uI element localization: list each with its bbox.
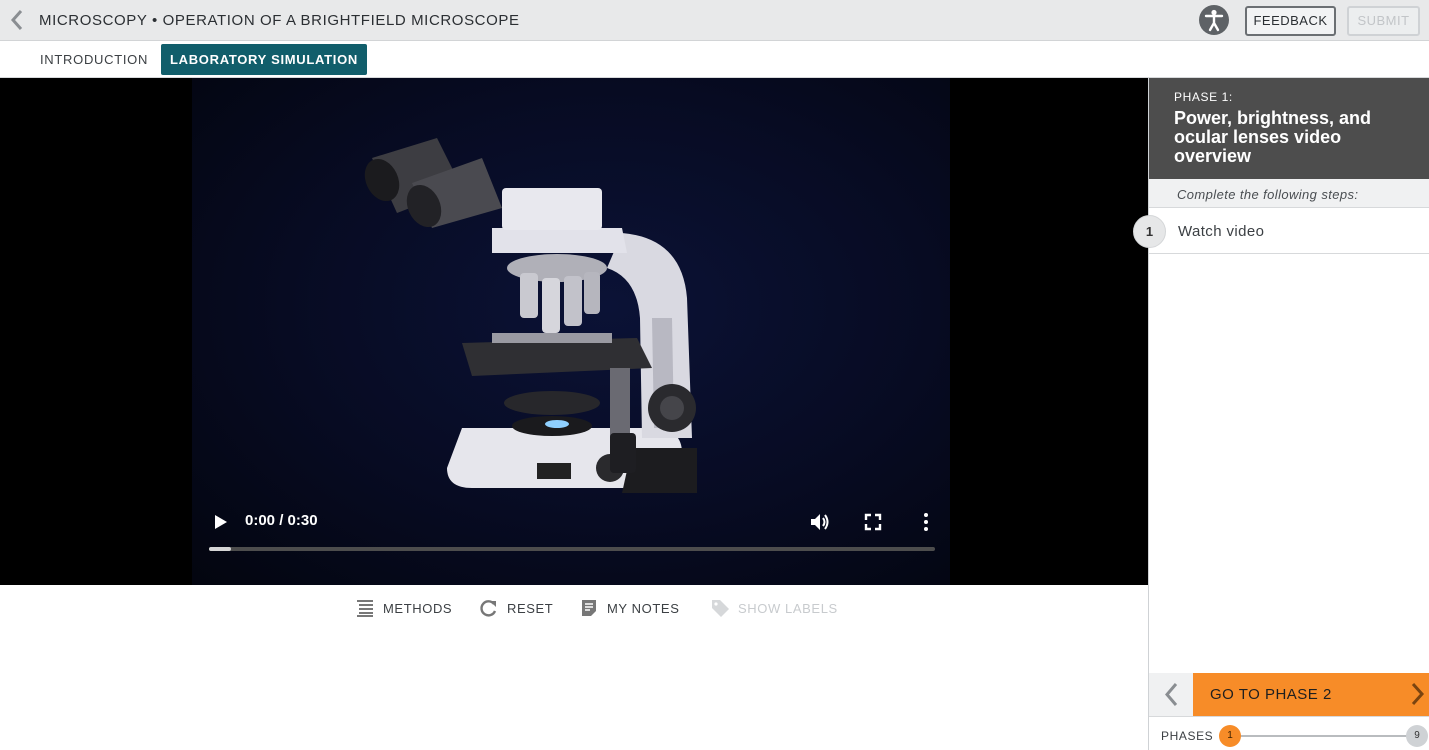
microscope-image xyxy=(364,138,697,493)
video-time: 0:00 / 0:30 xyxy=(245,512,318,529)
submit-button: SUBMIT xyxy=(1347,6,1420,36)
step-item[interactable]: 1 Watch video xyxy=(1133,208,1429,254)
chevron-left-icon xyxy=(10,10,23,30)
phase-header: PHASE 1: Power, brightness, and ocular l… xyxy=(1149,78,1429,179)
video-player[interactable]: 0:00 / 0:30 xyxy=(192,78,950,585)
step-label: Watch video xyxy=(1178,223,1265,240)
phase-number: PHASE 1: xyxy=(1174,90,1233,104)
more-vertical-icon[interactable] xyxy=(914,510,938,534)
phases-label: PHASES xyxy=(1161,729,1214,743)
show-labels-button: SHOW LABELS xyxy=(710,598,838,620)
chevron-left-icon xyxy=(1165,683,1178,706)
page-title: MICROSCOPY • OPERATION OF A BRIGHTFIELD … xyxy=(39,12,520,29)
show-labels-label: SHOW LABELS xyxy=(738,601,838,616)
last-phase-marker[interactable]: 9 xyxy=(1406,725,1428,747)
tab-laboratory-simulation[interactable]: LABORATORY SIMULATION xyxy=(161,44,367,75)
reset-button[interactable]: RESET xyxy=(479,598,554,620)
tab-introduction[interactable]: INTRODUCTION xyxy=(40,44,148,75)
feedback-button[interactable]: FEEDBACK xyxy=(1245,6,1336,36)
chevron-right-icon xyxy=(1411,682,1425,706)
phase-title: Power, brightness, and ocular lenses vid… xyxy=(1174,108,1372,166)
phases-progress: PHASES 1 9 xyxy=(1149,716,1429,750)
accessibility-icon xyxy=(1204,9,1224,32)
steps-heading-text: Complete the following steps: xyxy=(1177,187,1359,202)
volume-icon[interactable] xyxy=(808,510,832,534)
my-notes-button[interactable]: MY NOTES xyxy=(579,598,679,620)
steps-heading: Complete the following steps: xyxy=(1149,179,1429,208)
reset-icon xyxy=(480,600,497,617)
methods-list-icon xyxy=(357,600,373,617)
fullscreen-icon[interactable] xyxy=(861,510,885,534)
phase-navigation: GO TO PHASE 2 xyxy=(1149,673,1429,716)
video-progress-fill xyxy=(209,547,231,551)
reset-label: RESET xyxy=(507,601,554,616)
previous-phase-button[interactable] xyxy=(1149,673,1193,716)
video-progress-bar[interactable] xyxy=(209,547,935,551)
accessibility-button[interactable] xyxy=(1199,5,1229,35)
back-button[interactable] xyxy=(6,8,30,32)
play-icon[interactable] xyxy=(211,513,229,531)
top-bar: MICROSCOPY • OPERATION OF A BRIGHTFIELD … xyxy=(0,0,1429,41)
go-to-phase-2-button[interactable]: GO TO PHASE 2 xyxy=(1193,673,1429,716)
next-phase-label: GO TO PHASE 2 xyxy=(1210,686,1332,703)
methods-button[interactable]: METHODS xyxy=(355,598,455,620)
video-stage: 0:00 / 0:30 xyxy=(0,78,1148,585)
current-phase-marker[interactable]: 1 xyxy=(1219,725,1241,747)
phases-track xyxy=(1229,735,1415,737)
my-notes-label: MY NOTES xyxy=(607,601,680,616)
methods-label: METHODS xyxy=(383,601,453,616)
step-number-badge: 1 xyxy=(1133,215,1166,248)
tag-icon xyxy=(712,600,729,617)
notes-icon xyxy=(582,600,596,616)
tab-bar: INTRODUCTION LABORATORY SIMULATION xyxy=(0,41,1429,78)
phase-panel: PHASE 1: Power, brightness, and ocular l… xyxy=(1133,78,1429,750)
